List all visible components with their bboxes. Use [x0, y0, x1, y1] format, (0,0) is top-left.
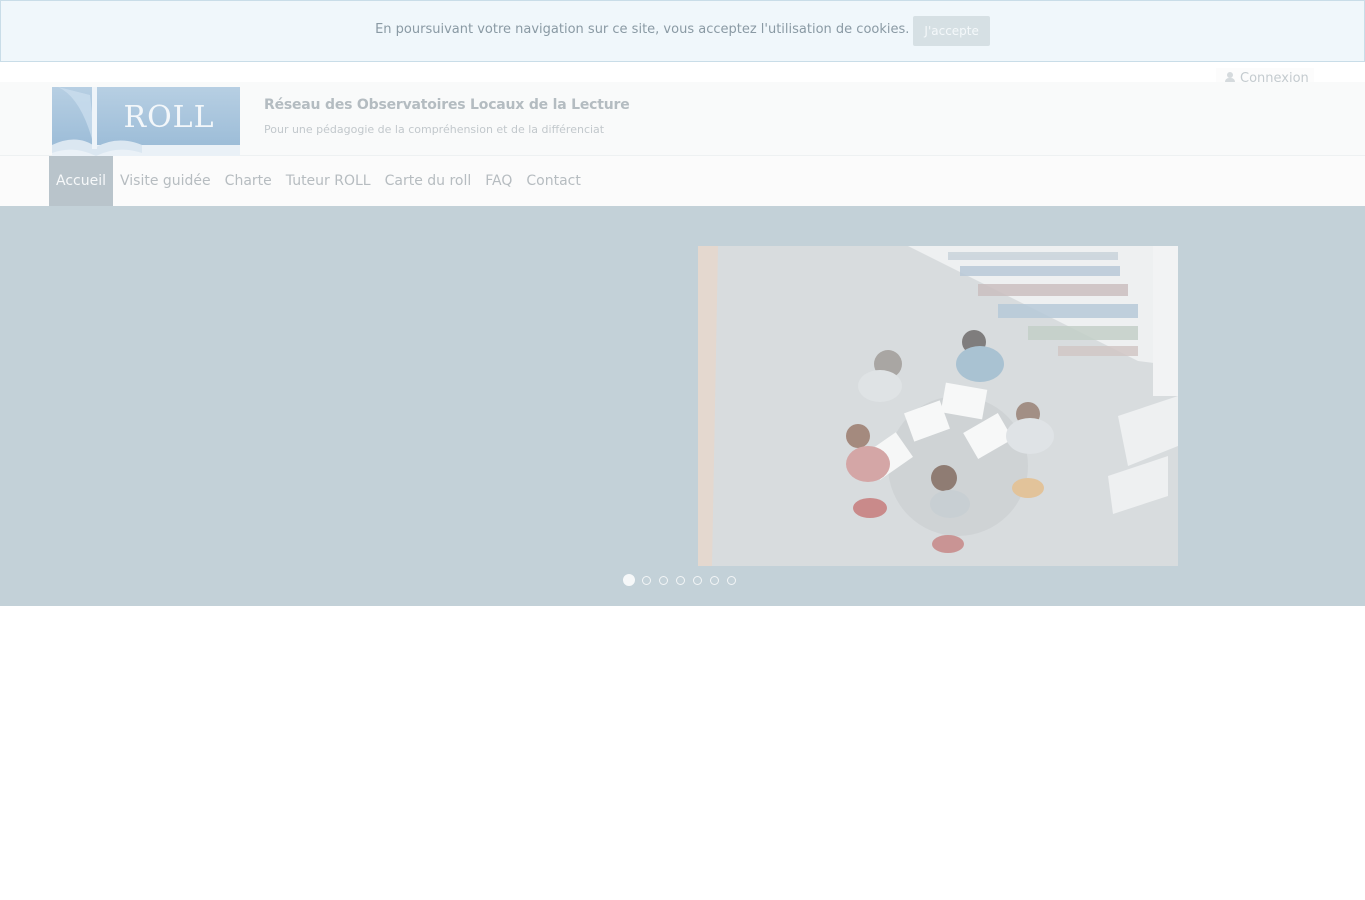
logo-text: ROLL	[123, 100, 214, 135]
site-title: Réseau des Observatoires Locaux de la Le…	[264, 97, 630, 113]
nav-item-carte-du-roll[interactable]: Carte du roll	[378, 156, 479, 206]
carousel-dot-4[interactable]	[676, 575, 685, 585]
nav-item-accueil[interactable]: Accueil	[49, 156, 113, 206]
carousel-dot-5[interactable]	[693, 575, 702, 585]
carousel-dot-3[interactable]	[659, 575, 668, 585]
main-nav: Accueil Visite guidée Charte Tuteur ROLL…	[0, 156, 1365, 206]
site-subtitle: Pour une pédagogie de la compréhension e…	[264, 123, 604, 136]
nav-item-visite-guidee[interactable]: Visite guidée	[113, 156, 218, 206]
hero-carousel	[0, 206, 1365, 606]
carousel-slide-image[interactable]	[698, 246, 1178, 566]
cookie-accept-button[interactable]: J'accepte	[913, 16, 990, 46]
carousel-dot-1[interactable]	[623, 574, 635, 586]
site-header: ROLL Réseau des Observatoires Locaux de …	[0, 82, 1365, 156]
nav-item-charte[interactable]: Charte	[218, 156, 279, 206]
nav-item-contact[interactable]: Contact	[519, 156, 587, 206]
nav-item-tuteur-roll[interactable]: Tuteur ROLL	[279, 156, 378, 206]
cookie-banner: En poursuivant votre navigation sur ce s…	[0, 0, 1365, 62]
carousel-dot-7[interactable]	[727, 575, 736, 585]
carousel-indicators	[623, 574, 744, 586]
carousel-dot-6[interactable]	[710, 575, 719, 585]
nav-item-faq[interactable]: FAQ	[478, 156, 519, 206]
carousel-dot-2[interactable]	[642, 575, 651, 585]
roll-logo[interactable]: ROLL	[52, 87, 240, 156]
cookie-message: En poursuivant votre navigation sur ce s…	[375, 22, 910, 37]
